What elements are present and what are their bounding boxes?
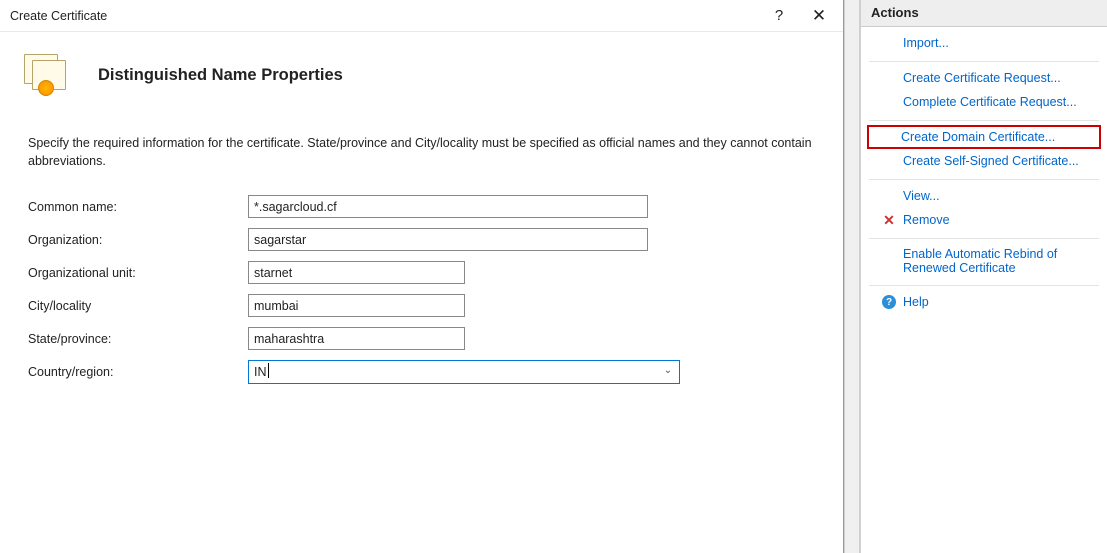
action-label: Create Self-Signed Certificate... (903, 154, 1079, 168)
remove-icon: ✕ (883, 212, 895, 229)
certificate-icon (20, 50, 70, 100)
country-label: Country/region: (28, 365, 248, 379)
action-complete-request[interactable]: Complete Certificate Request... (869, 90, 1099, 114)
state-input[interactable] (248, 327, 465, 350)
create-certificate-dialog: Create Certificate ? ✕ Distinguished Nam… (0, 0, 844, 553)
action-create-self-signed[interactable]: Create Self-Signed Certificate... (869, 149, 1099, 173)
organization-input[interactable] (248, 228, 648, 251)
action-label: Import... (903, 36, 949, 50)
close-button[interactable]: ✕ (799, 2, 839, 30)
description-text: Specify the required information for the… (0, 126, 843, 190)
action-label: View... (903, 189, 940, 203)
action-create-domain-cert[interactable]: Create Domain Certificate... (867, 125, 1101, 149)
actions-title: Actions (861, 0, 1107, 27)
action-label: Complete Certificate Request... (903, 95, 1077, 109)
titlebar: Create Certificate ? ✕ (0, 0, 843, 32)
header-title: Distinguished Name Properties (98, 66, 343, 85)
dialog-title: Create Certificate (10, 9, 759, 23)
common-name-label: Common name: (28, 200, 248, 214)
org-unit-input[interactable] (248, 261, 465, 284)
action-view[interactable]: View... (869, 184, 1099, 208)
country-input[interactable] (248, 360, 680, 384)
common-name-input[interactable] (248, 195, 648, 218)
action-label: Create Domain Certificate... (901, 130, 1055, 144)
action-help[interactable]: ? Help (869, 290, 1099, 314)
help-icon: ? (882, 295, 896, 309)
action-remove[interactable]: ✕ Remove (869, 208, 1099, 232)
country-select[interactable]: ⌄ (248, 360, 680, 384)
action-label: Help (903, 295, 929, 309)
state-label: State/province: (28, 332, 248, 346)
action-label: Enable Automatic Rebind of Renewed Certi… (903, 247, 1089, 275)
help-button[interactable]: ? (759, 2, 799, 30)
dn-form: Common name: Organization: Organizationa… (0, 190, 843, 388)
action-import[interactable]: Import... (869, 31, 1099, 55)
action-label: Remove (903, 213, 950, 227)
org-unit-label: Organizational unit: (28, 266, 248, 280)
action-create-request[interactable]: Create Certificate Request... (869, 66, 1099, 90)
dialog-header: Distinguished Name Properties (0, 32, 843, 126)
actions-pane: Actions Import... Create Certificate Req… (860, 0, 1107, 553)
city-input[interactable] (248, 294, 465, 317)
city-label: City/locality (28, 299, 248, 313)
action-label: Create Certificate Request... (903, 71, 1061, 85)
text-caret (268, 363, 269, 378)
action-enable-rebind[interactable]: Enable Automatic Rebind of Renewed Certi… (869, 243, 1099, 279)
vertical-divider (844, 0, 860, 553)
organization-label: Organization: (28, 233, 248, 247)
